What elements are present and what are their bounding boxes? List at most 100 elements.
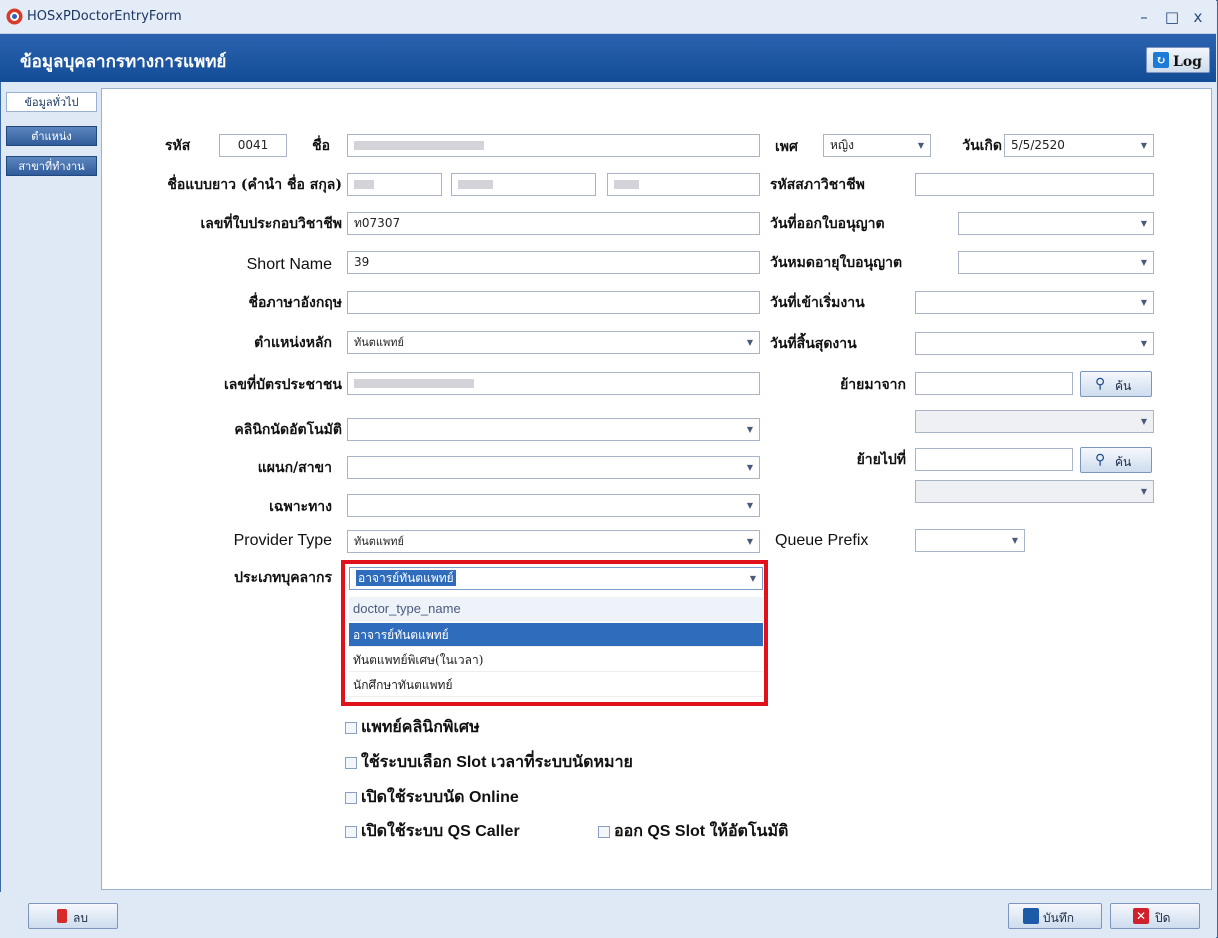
position-select[interactable]: ทันตแพทย์ ▼: [347, 331, 760, 354]
chevron-down-icon: ▼: [746, 501, 753, 510]
department-label: แผนก/สาขา: [257, 460, 332, 476]
blurred-last-name: [614, 180, 639, 189]
birthdate-label: วันเกิด: [962, 138, 1002, 154]
last-name-field[interactable]: [607, 173, 760, 196]
personnel-type-select[interactable]: อาจารย์ทันตแพทย์ ▼: [349, 567, 763, 590]
cid-field[interactable]: [347, 372, 760, 395]
code-field[interactable]: 0041: [219, 134, 287, 157]
tab-position[interactable]: ตำแหน่ง: [6, 126, 97, 146]
blurred-prefix: [354, 180, 374, 189]
license-issue-field[interactable]: ▼: [958, 212, 1154, 235]
chevron-down-icon: ▼: [1140, 298, 1147, 307]
council-code-field[interactable]: [915, 173, 1154, 196]
provider-type-value: ทันตแพทย์: [354, 535, 404, 548]
gender-select[interactable]: หญิง ▼: [823, 134, 931, 157]
log-button-label: Log: [1173, 54, 1202, 70]
specialty-select[interactable]: ▼: [347, 494, 760, 517]
name-label: ชื่อ: [312, 138, 330, 154]
personnel-type-value: อาจารย์ทันตแพทย์: [356, 570, 456, 586]
checkbox-label: ออก QS Slot ให้อัตโนมัติ: [614, 823, 789, 840]
side-tab-strip: [4, 88, 100, 890]
maximize-button[interactable]: □: [1160, 6, 1184, 28]
online-appointment-checkbox[interactable]: เปิดใช้ระบบนัด Online: [345, 786, 519, 810]
page-title: ข้อมูลบุคลากรทางการแพทย์: [20, 52, 227, 72]
code-label: รหัส: [165, 138, 191, 154]
window-title: HOSxPDoctorEntryForm: [27, 9, 182, 24]
gender-value: หญิง: [830, 138, 854, 152]
end-date-label: วันที่สิ้นสุดงาน: [770, 336, 857, 352]
english-name-label: ชื่อภาษาอังกฤษ: [248, 295, 342, 311]
birthdate-field[interactable]: 5/5/2520 ▼: [1004, 134, 1154, 157]
dropdown-option[interactable]: อาจารย์ทันตแพทย์: [349, 623, 763, 647]
personnel-type-label: ประเภทบุคลากร: [234, 570, 332, 586]
checkbox-label: เปิดใช้ระบบ QS Caller: [361, 823, 520, 840]
auto-clinic-select[interactable]: ▼: [347, 418, 760, 441]
chevron-down-icon: ▼: [746, 463, 753, 472]
close-label: ปิด: [1155, 911, 1171, 925]
queue-prefix-select[interactable]: ▼: [915, 529, 1025, 552]
checkbox-box: [598, 825, 610, 838]
search-button-label: ค้น: [1115, 379, 1132, 393]
council-code-label: รหัสสภาวิชาชีพ: [770, 177, 865, 193]
chevron-down-icon: ▼: [917, 141, 924, 150]
dropdown-column-header: doctor_type_name: [349, 597, 763, 621]
position-value: ทันตแพทย์: [354, 336, 404, 349]
search-button-label: ค้น: [1115, 455, 1132, 469]
moved-from-detail-select[interactable]: ▼: [915, 410, 1154, 433]
tab-work-branch[interactable]: สาขาที่ทำงาน: [6, 156, 97, 176]
fullname-label: ชื่อแบบยาว (คำนำ ชื่อ สกุล): [167, 177, 342, 193]
chevron-down-icon: ▼: [746, 537, 753, 546]
moved-to-field[interactable]: [915, 448, 1073, 471]
qs-caller-checkbox[interactable]: เปิดใช้ระบบ QS Caller: [345, 820, 520, 844]
special-clinic-checkbox[interactable]: แพทย์คลินิกพิเศษ: [345, 716, 480, 740]
personnel-type-dropdown: อาจารย์ทันตแพทย์ ▼ doctor_type_name อาจาร…: [341, 560, 768, 706]
search-icon: ⚲: [1095, 376, 1106, 392]
slot-system-checkbox[interactable]: ใช้ระบบเลือก Slot เวลาที่ระบบนัดหมาย: [345, 751, 633, 775]
cid-label: เลขที่บัตรประชาชน: [223, 377, 342, 393]
moved-to-detail-select[interactable]: ▼: [915, 480, 1154, 503]
license-expire-label: วันหมดอายุใบอนุญาต: [770, 255, 903, 271]
moved-from-label: ย้ายมาจาก: [840, 377, 906, 393]
first-name-field[interactable]: [451, 173, 596, 196]
app-logo-icon: [6, 8, 23, 25]
short-name-field[interactable]: 39: [347, 251, 760, 274]
blurred-name: [354, 141, 484, 150]
dropdown-option[interactable]: นักศึกษาทันตแพทย์: [349, 673, 763, 697]
chevron-down-icon: ▼: [1011, 536, 1018, 545]
chevron-down-icon: ▼: [1140, 487, 1147, 496]
start-date-field[interactable]: ▼: [915, 291, 1154, 314]
name-field[interactable]: [347, 134, 760, 157]
chevron-down-icon: ▼: [1140, 258, 1147, 267]
start-date-label: วันที่เข้าเริ่มงาน: [770, 295, 865, 311]
prefix-field[interactable]: [347, 173, 442, 196]
save-button[interactable]: บันทึก: [1008, 903, 1102, 929]
moved-from-field[interactable]: [915, 372, 1073, 395]
minimize-button[interactable]: –: [1132, 6, 1156, 28]
checkbox-box: [345, 756, 357, 769]
dropdown-option[interactable]: ทันตแพทย์พิเศษ(ในเวลา): [349, 648, 763, 672]
license-expire-field[interactable]: ▼: [958, 251, 1154, 274]
chevron-down-icon: ▼: [1140, 219, 1147, 228]
trash-icon: [57, 909, 67, 923]
auto-clinic-label: คลินิกนัดอัตโนมัติ: [234, 422, 342, 438]
birthdate-value: 5/5/2520: [1011, 138, 1065, 152]
close-button[interactable]: ✕ ปิด: [1110, 903, 1200, 929]
floppy-disk-icon: [1023, 908, 1039, 924]
log-button[interactable]: ↻ Log: [1146, 47, 1210, 73]
license-issue-label: วันที่ออกใบอนุญาต: [770, 216, 885, 232]
qs-slot-checkbox[interactable]: ออก QS Slot ให้อัตโนมัติ: [598, 820, 788, 844]
tab-general-info[interactable]: ข้อมูลทั่วไป: [6, 92, 97, 112]
english-name-field[interactable]: [347, 291, 760, 314]
search-moved-to-button[interactable]: ⚲ ค้น: [1080, 447, 1152, 473]
checkbox-box: [345, 825, 357, 838]
chevron-down-icon: ▼: [746, 425, 753, 434]
specialty-label: เฉพาะทาง: [269, 499, 332, 515]
end-date-field[interactable]: ▼: [915, 332, 1154, 355]
search-moved-from-button[interactable]: ⚲ ค้น: [1080, 371, 1152, 397]
license-field[interactable]: ท07307: [347, 212, 760, 235]
provider-type-select[interactable]: ทันตแพทย์ ▼: [347, 530, 760, 553]
license-label: เลขที่ใบประกอบวิชาชีพ: [200, 216, 342, 232]
delete-button[interactable]: ลบ: [28, 903, 118, 929]
close-window-button[interactable]: x: [1186, 6, 1210, 28]
department-select[interactable]: ▼: [347, 456, 760, 479]
